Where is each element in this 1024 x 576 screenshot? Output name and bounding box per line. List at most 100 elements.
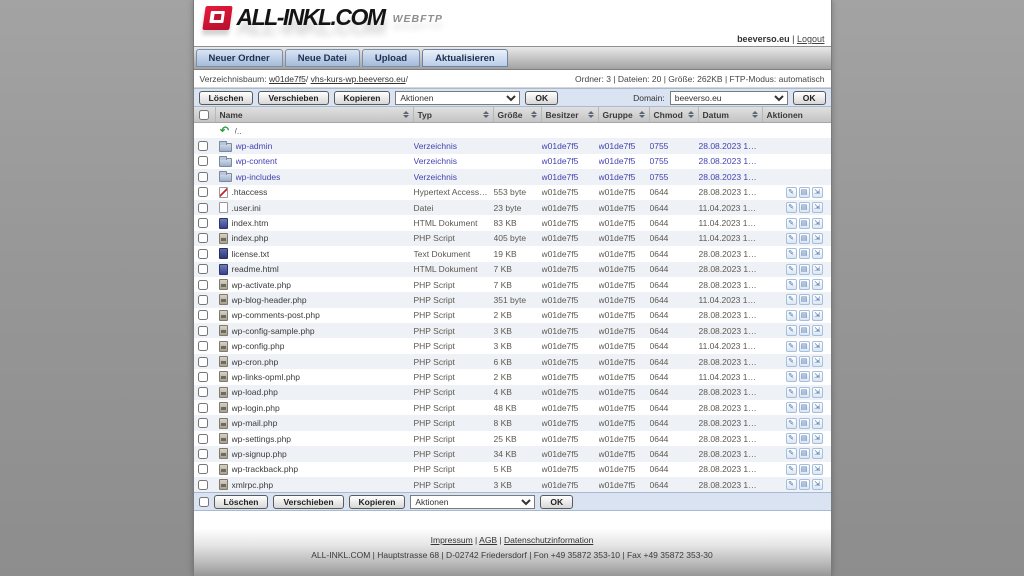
view-icon[interactable]: ▤ bbox=[799, 448, 810, 459]
sort-icon[interactable] bbox=[588, 111, 594, 118]
download-icon[interactable]: ⇲ bbox=[812, 218, 823, 229]
row-checkbox[interactable] bbox=[198, 341, 208, 351]
view-icon[interactable]: ▤ bbox=[799, 418, 810, 429]
edit-icon[interactable]: ✎ bbox=[786, 233, 797, 244]
row-checkbox[interactable] bbox=[198, 249, 208, 259]
download-icon[interactable]: ⇲ bbox=[812, 202, 823, 213]
download-icon[interactable]: ⇲ bbox=[812, 279, 823, 290]
edit-icon[interactable]: ✎ bbox=[786, 310, 797, 321]
view-icon[interactable]: ▤ bbox=[799, 433, 810, 444]
row-checkbox[interactable] bbox=[198, 387, 208, 397]
löschen-button[interactable]: Löschen bbox=[199, 91, 254, 105]
edit-icon[interactable]: ✎ bbox=[786, 218, 797, 229]
select-all-checkbox[interactable] bbox=[199, 110, 209, 120]
row-checkbox[interactable] bbox=[198, 434, 208, 444]
kopieren-button[interactable]: Kopieren bbox=[334, 91, 391, 105]
löschen-button[interactable]: Löschen bbox=[214, 495, 269, 509]
edit-icon[interactable]: ✎ bbox=[786, 341, 797, 352]
row-checkbox[interactable] bbox=[198, 172, 208, 182]
edit-icon[interactable]: ✎ bbox=[786, 187, 797, 198]
ok-button[interactable]: OK bbox=[525, 91, 558, 105]
edit-icon[interactable]: ✎ bbox=[786, 387, 797, 398]
verschieben-button[interactable]: Verschieben bbox=[273, 495, 343, 509]
footer-link-datenschutzinformation[interactable]: Datenschutzinformation bbox=[504, 535, 593, 545]
download-icon[interactable]: ⇲ bbox=[812, 356, 823, 367]
ok-button-bottom[interactable]: OK bbox=[540, 495, 573, 509]
row-checkbox[interactable] bbox=[198, 280, 208, 290]
row-checkbox[interactable] bbox=[198, 156, 208, 166]
row-checkbox[interactable] bbox=[198, 264, 208, 274]
column-header-besitzer[interactable]: Besitzer bbox=[542, 107, 599, 122]
edit-icon[interactable]: ✎ bbox=[786, 464, 797, 475]
download-icon[interactable]: ⇲ bbox=[812, 433, 823, 444]
download-icon[interactable]: ⇲ bbox=[812, 479, 823, 490]
select-all-checkbox-bottom[interactable] bbox=[199, 497, 209, 507]
sort-icon[interactable] bbox=[483, 111, 489, 118]
row-checkbox[interactable] bbox=[198, 141, 208, 151]
file-name[interactable]: wp-content bbox=[236, 156, 278, 166]
sort-icon[interactable] bbox=[688, 111, 694, 118]
sort-icon[interactable] bbox=[403, 111, 409, 118]
download-icon[interactable]: ⇲ bbox=[812, 187, 823, 198]
edit-icon[interactable]: ✎ bbox=[786, 248, 797, 259]
row-checkbox[interactable] bbox=[198, 295, 208, 305]
view-icon[interactable]: ▤ bbox=[799, 341, 810, 352]
tab-neuer-ordner[interactable]: Neuer Ordner bbox=[196, 49, 283, 67]
download-icon[interactable]: ⇲ bbox=[812, 371, 823, 382]
row-checkbox[interactable] bbox=[198, 464, 208, 474]
view-icon[interactable]: ▤ bbox=[799, 402, 810, 413]
view-icon[interactable]: ▤ bbox=[799, 325, 810, 336]
breadcrumb-link-w01de7f5[interactable]: w01de7f5 bbox=[269, 74, 306, 84]
breadcrumb-link-vhs-kurs-wp-beeverso-eu[interactable]: vhs-kurs-wp.beeverso.eu bbox=[311, 74, 406, 84]
edit-icon[interactable]: ✎ bbox=[786, 356, 797, 367]
tab-upload[interactable]: Upload bbox=[362, 49, 420, 67]
sort-icon[interactable] bbox=[531, 111, 537, 118]
edit-icon[interactable]: ✎ bbox=[786, 402, 797, 413]
column-header-größe[interactable]: Größe bbox=[494, 107, 542, 122]
view-icon[interactable]: ▤ bbox=[799, 464, 810, 475]
view-icon[interactable]: ▤ bbox=[799, 371, 810, 382]
row-checkbox[interactable] bbox=[198, 187, 208, 197]
row-checkbox[interactable] bbox=[198, 480, 208, 490]
edit-icon[interactable]: ✎ bbox=[786, 371, 797, 382]
edit-icon[interactable]: ✎ bbox=[786, 418, 797, 429]
domain-select[interactable]: beeverso.eu bbox=[670, 91, 788, 105]
tab-aktualisieren[interactable]: Aktualisieren bbox=[422, 49, 508, 67]
download-icon[interactable]: ⇲ bbox=[812, 464, 823, 475]
column-header-typ[interactable]: Typ bbox=[414, 107, 494, 122]
edit-icon[interactable]: ✎ bbox=[786, 294, 797, 305]
download-icon[interactable]: ⇲ bbox=[812, 294, 823, 305]
edit-icon[interactable]: ✎ bbox=[786, 264, 797, 275]
view-icon[interactable]: ▤ bbox=[799, 479, 810, 490]
row-checkbox[interactable] bbox=[198, 357, 208, 367]
view-icon[interactable]: ▤ bbox=[799, 248, 810, 259]
view-icon[interactable]: ▤ bbox=[799, 264, 810, 275]
verschieben-button[interactable]: Verschieben bbox=[258, 91, 328, 105]
download-icon[interactable]: ⇲ bbox=[812, 233, 823, 244]
footer-link-agb[interactable]: AGB bbox=[479, 535, 497, 545]
row-checkbox[interactable] bbox=[198, 310, 208, 320]
download-icon[interactable]: ⇲ bbox=[812, 310, 823, 321]
sort-icon[interactable] bbox=[752, 111, 758, 118]
file-name[interactable]: wp-admin bbox=[236, 141, 273, 151]
download-icon[interactable]: ⇲ bbox=[812, 341, 823, 352]
column-header-aktionen[interactable]: Aktionen bbox=[763, 107, 831, 122]
column-header-gruppe[interactable]: Gruppe bbox=[599, 107, 650, 122]
footer-link-impressum[interactable]: Impressum bbox=[431, 535, 473, 545]
download-icon[interactable]: ⇲ bbox=[812, 325, 823, 336]
kopieren-button[interactable]: Kopieren bbox=[349, 495, 406, 509]
edit-icon[interactable]: ✎ bbox=[786, 479, 797, 490]
view-icon[interactable]: ▤ bbox=[799, 218, 810, 229]
logout-link[interactable]: Logout bbox=[797, 34, 825, 44]
row-checkbox[interactable] bbox=[198, 233, 208, 243]
row-checkbox[interactable] bbox=[198, 218, 208, 228]
edit-icon[interactable]: ✎ bbox=[786, 325, 797, 336]
view-icon[interactable]: ▤ bbox=[799, 356, 810, 367]
download-icon[interactable]: ⇲ bbox=[812, 448, 823, 459]
download-icon[interactable]: ⇲ bbox=[812, 418, 823, 429]
view-icon[interactable]: ▤ bbox=[799, 294, 810, 305]
actions-select[interactable]: Aktionen bbox=[395, 91, 520, 105]
domain-ok-button[interactable]: OK bbox=[793, 91, 826, 105]
row-checkbox[interactable] bbox=[198, 418, 208, 428]
view-icon[interactable]: ▤ bbox=[799, 187, 810, 198]
